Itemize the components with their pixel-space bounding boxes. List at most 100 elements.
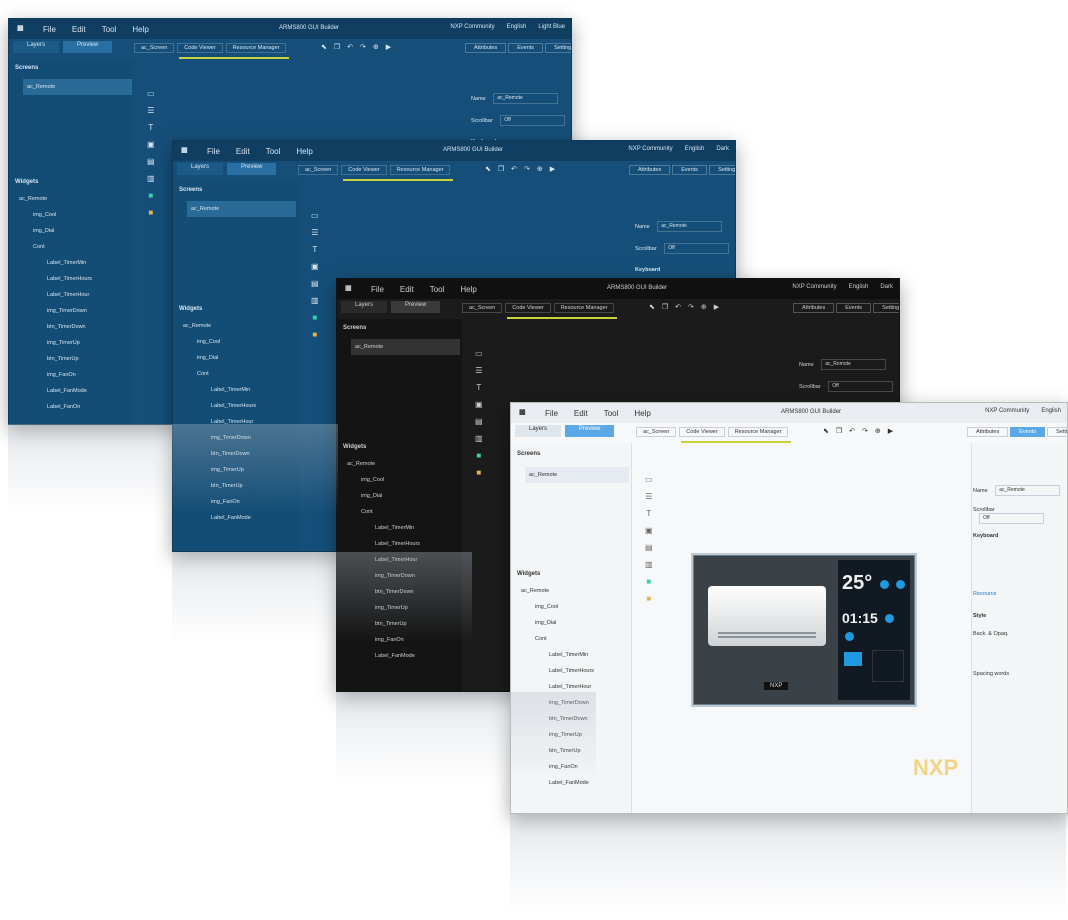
tree-item[interactable]: Label_TimerHours (183, 398, 256, 414)
menu-file[interactable]: File (43, 25, 56, 34)
tab-preview[interactable]: Preview (63, 41, 113, 53)
tree-item[interactable]: img_Cool (19, 207, 92, 223)
screen-item[interactable]: ac_Remote (187, 201, 296, 217)
timer-up-button[interactable] (845, 632, 854, 641)
select-icon[interactable]: ⬉ (823, 427, 829, 435)
language-select[interactable]: English (685, 146, 705, 152)
tab-layers[interactable]: Layers (13, 41, 60, 53)
button-widget-icon[interactable]: ▭ (147, 89, 155, 98)
list-widget-icon[interactable]: ☰ (147, 106, 154, 115)
color-widget-icon[interactable]: ■ (148, 191, 153, 200)
color-widget-icon[interactable]: ■ (312, 313, 317, 322)
menu-edit[interactable]: Edit (400, 285, 414, 294)
folder-widget-icon[interactable]: ■ (476, 468, 481, 477)
copy-icon[interactable]: ❐ (662, 303, 668, 311)
tab-attributes[interactable]: Attributes (629, 165, 671, 175)
community-link[interactable]: NXP Community (985, 408, 1029, 414)
tab-events[interactable]: Events (1010, 427, 1046, 437)
scrollbar-select[interactable]: Off (828, 381, 894, 392)
select-icon[interactable]: ⬉ (649, 303, 655, 311)
tab-code-viewer[interactable]: Code Viewer (177, 43, 223, 53)
tree-item[interactable]: Label_TimerMin (19, 255, 92, 271)
language-select[interactable]: English (1041, 408, 1061, 414)
list-widget-icon[interactable]: ☰ (475, 366, 482, 375)
redo-icon[interactable]: ↷ (688, 303, 694, 311)
menu-help[interactable]: Help (460, 285, 476, 294)
theme-select[interactable]: Dark (716, 146, 729, 152)
scrollbar-select[interactable]: Off (500, 115, 566, 126)
scrollbar-select[interactable]: Off (979, 513, 1044, 524)
slider-widget-icon[interactable]: ▤ (475, 417, 483, 426)
copy-icon[interactable]: ❐ (498, 165, 504, 173)
tree-item[interactable]: Cont (347, 504, 420, 520)
tree-item[interactable]: Cont (183, 366, 256, 382)
tree-item[interactable]: Label_TimerHours (347, 536, 420, 552)
copy-icon[interactable]: ❐ (334, 43, 340, 51)
chart-widget-icon[interactable]: ▥ (645, 560, 653, 569)
image-widget-icon[interactable]: ▣ (147, 140, 155, 149)
slider-widget-icon[interactable]: ▤ (645, 543, 653, 552)
label-widget-icon[interactable]: T (646, 509, 651, 518)
tree-item[interactable]: img_Cool (521, 599, 594, 615)
tree-item[interactable]: Label_TimerHours (19, 271, 92, 287)
tab-attributes[interactable]: Attributes (793, 303, 835, 313)
temp-up-button[interactable] (896, 580, 906, 589)
tab-ac-screen[interactable]: ac_Screen (298, 165, 339, 175)
chart-widget-icon[interactable]: ▥ (475, 434, 483, 443)
image-widget-icon[interactable]: ▣ (475, 400, 483, 409)
menu-help[interactable]: Help (296, 147, 312, 156)
menu-tool[interactable]: Tool (266, 147, 281, 156)
scrollbar-select[interactable]: Off (664, 243, 730, 254)
name-field[interactable]: ac_Remote (821, 359, 887, 370)
tab-code-viewer[interactable]: Code Viewer (341, 165, 387, 175)
tree-item[interactable]: img_Dial (183, 350, 256, 366)
screen-item[interactable]: ac_Remote (525, 467, 629, 483)
run-icon[interactable]: ▶ (888, 427, 893, 435)
tree-item[interactable]: img_TimerUp (19, 335, 92, 351)
label-widget-icon[interactable]: T (312, 245, 317, 254)
folder-widget-icon[interactable]: ■ (148, 208, 153, 217)
run-icon[interactable]: ▶ (550, 165, 555, 173)
tab-events[interactable]: Events (508, 43, 544, 53)
tab-resource-manager[interactable]: Resource Manager (389, 165, 451, 175)
menu-help[interactable]: Help (634, 409, 650, 418)
tree-item[interactable]: img_Dial (347, 488, 420, 504)
language-select[interactable]: English (507, 24, 527, 30)
menu-file[interactable]: File (371, 285, 384, 294)
button-widget-icon[interactable]: ▭ (645, 475, 653, 484)
tree-item[interactable]: ac_Remote (521, 583, 594, 599)
menu-tool[interactable]: Tool (430, 285, 445, 294)
run-icon[interactable]: ▶ (714, 303, 719, 311)
tab-events[interactable]: Events (836, 303, 872, 313)
image-widget-icon[interactable]: ▣ (645, 526, 653, 535)
menu-help[interactable]: Help (132, 25, 148, 34)
theme-select[interactable]: Light Blue (538, 24, 565, 30)
name-field[interactable]: ac_Remote (493, 93, 559, 104)
tab-ac-screen[interactable]: ac_Screen (134, 43, 175, 53)
mode-button[interactable] (844, 652, 862, 666)
menu-file[interactable]: File (207, 147, 220, 156)
tree-item[interactable]: btn_TimerDown (19, 319, 92, 335)
select-icon[interactable]: ⬉ (485, 165, 491, 173)
tab-attributes[interactable]: Attributes (465, 43, 507, 53)
slider-widget-icon[interactable]: ▤ (311, 279, 319, 288)
tab-ac-screen[interactable]: ac_Screen (636, 427, 677, 437)
tree-item[interactable]: Label_TimerMin (183, 382, 256, 398)
color-widget-icon[interactable]: ■ (646, 577, 651, 586)
redo-icon[interactable]: ↷ (862, 427, 868, 435)
tab-settings[interactable]: Settings (545, 43, 571, 53)
name-field[interactable]: ac_Remote (657, 221, 723, 232)
tree-item[interactable]: Cont (521, 631, 594, 647)
community-link[interactable]: NXP Community (450, 24, 494, 30)
tree-item[interactable]: ac_Remote (19, 191, 92, 207)
tab-layers[interactable]: Layers (515, 425, 562, 437)
tab-preview[interactable]: Preview (565, 425, 615, 437)
redo-icon[interactable]: ↷ (360, 43, 366, 51)
tab-preview[interactable]: Preview (227, 163, 277, 175)
tree-item[interactable]: ac_Remote (347, 456, 420, 472)
tab-resource-manager[interactable]: Resource Manager (727, 427, 789, 437)
menu-edit[interactable]: Edit (236, 147, 250, 156)
zoom-icon[interactable]: ⊕ (373, 43, 379, 51)
list-widget-icon[interactable]: ☰ (645, 492, 652, 501)
tree-item[interactable]: img_Dial (19, 223, 92, 239)
